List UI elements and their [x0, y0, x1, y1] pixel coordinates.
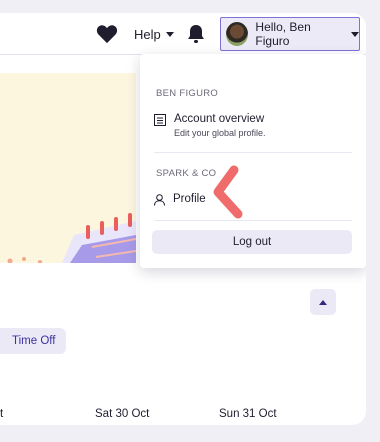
time-off-button[interactable]: Time Off [0, 328, 66, 354]
user-greeting: Hello, Ben Figuro [255, 20, 311, 48]
account-overview-title: Account overview [174, 113, 265, 125]
collapse-button[interactable] [310, 289, 336, 315]
logout-button[interactable]: Log out [152, 230, 352, 254]
calendar-illustration [7, 213, 136, 263]
day-header: Sat 30 Oct [95, 408, 150, 420]
profile-label: Profile [173, 193, 206, 205]
account-overview-subtitle: Edit your global profile. [174, 128, 266, 138]
day-header: Sun 31 Oct [219, 408, 277, 420]
help-label: Help [134, 27, 161, 42]
app-window: Help Hello, Ben Figuro Time Off t Sat 30… [0, 13, 366, 425]
user-section-label: BEN FIGURO [156, 88, 219, 99]
avatar [226, 22, 249, 46]
user-dropdown-menu: BEN FIGURO Account overview Edit your gl… [140, 54, 366, 268]
divider [154, 152, 352, 153]
heart-icon[interactable] [96, 24, 118, 44]
person-icon [154, 194, 165, 206]
chevron-down-icon [165, 32, 174, 37]
bell-icon[interactable] [187, 24, 205, 44]
day-header: t [0, 408, 4, 420]
list-icon [154, 114, 166, 126]
annotation-arrow [213, 165, 243, 219]
time-off-label: Time Off [12, 335, 56, 347]
logout-label: Log out [232, 236, 272, 248]
chevron-down-icon [351, 31, 359, 37]
banner-illustration [0, 73, 136, 263]
company-section-label: SPARK & CO [156, 168, 217, 179]
profile-item[interactable]: Profile [154, 193, 206, 206]
help-menu-button[interactable]: Help [134, 27, 174, 42]
user-menu-button[interactable]: Hello, Ben Figuro [220, 17, 360, 51]
account-overview-item[interactable]: Account overview Edit your global profil… [154, 113, 266, 138]
top-bar: Help Hello, Ben Figuro [0, 13, 366, 55]
chevron-up-icon [319, 299, 327, 305]
